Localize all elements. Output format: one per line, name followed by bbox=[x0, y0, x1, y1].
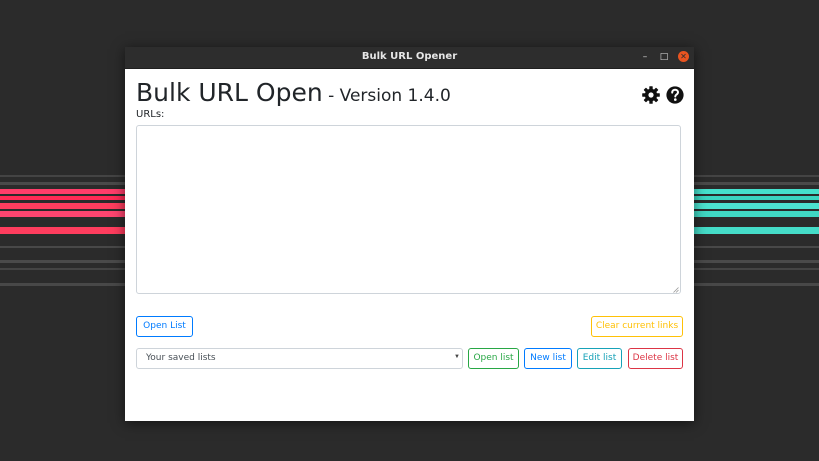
version-label: - Version 1.4.0 bbox=[322, 86, 451, 106]
header-icons bbox=[641, 85, 685, 105]
minimize-button[interactable]: – bbox=[639, 51, 651, 63]
help-icon[interactable] bbox=[665, 85, 685, 110]
delete-list-button[interactable]: Delete list bbox=[628, 348, 683, 369]
page-title: Bulk URL Open - Version 1.4.0 bbox=[136, 78, 451, 107]
maximize-button[interactable]: □ bbox=[658, 51, 670, 63]
app-window: Bulk URL Opener – □ ✕ Bulk URL Open - Ve… bbox=[125, 47, 694, 421]
close-button[interactable]: ✕ bbox=[678, 51, 689, 62]
open-list-file-button[interactable]: Open List bbox=[136, 316, 193, 337]
clear-current-links-button[interactable]: Clear current links bbox=[591, 316, 683, 337]
dropdown-arrow-icon: ▼ bbox=[454, 354, 460, 360]
app-name: Bulk URL Open bbox=[136, 78, 323, 107]
resize-grip-icon[interactable] bbox=[673, 287, 679, 293]
urls-textarea[interactable] bbox=[136, 125, 681, 294]
new-list-button[interactable]: New list bbox=[524, 348, 572, 369]
window-titlebar[interactable]: Bulk URL Opener – □ ✕ bbox=[125, 47, 694, 69]
saved-lists-select[interactable]: Your saved lists ▼ bbox=[136, 348, 463, 369]
open-list-button[interactable]: Open list bbox=[468, 348, 519, 369]
saved-lists-selected-value: Your saved lists bbox=[146, 353, 216, 363]
window-title: Bulk URL Opener bbox=[361, 51, 458, 62]
gear-icon[interactable] bbox=[641, 85, 661, 110]
urls-label: URLs: bbox=[136, 109, 165, 120]
edit-list-button[interactable]: Edit list bbox=[577, 348, 622, 369]
app-content: Bulk URL Open - Version 1.4.0 URLs: Open… bbox=[125, 69, 694, 421]
